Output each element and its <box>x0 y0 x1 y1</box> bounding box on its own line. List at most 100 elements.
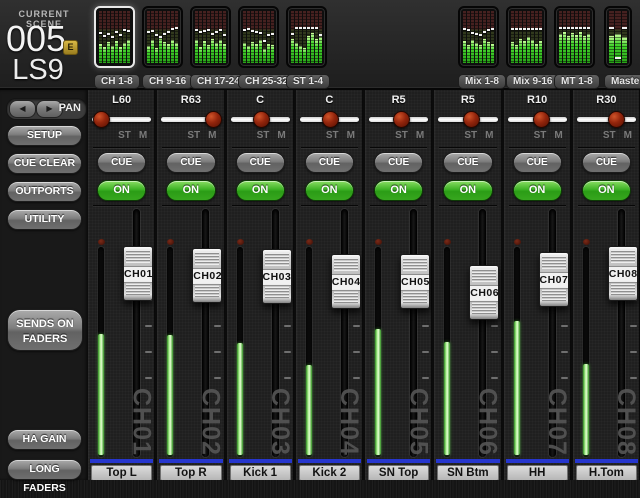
fader-cap[interactable]: CH08 <box>608 246 638 301</box>
meter-bar <box>167 11 170 63</box>
on-button[interactable]: ON <box>166 180 215 201</box>
outports-button[interactable]: OUTPORTS <box>7 181 82 202</box>
pan-knob[interactable] <box>608 111 625 128</box>
fader-cap[interactable]: CH06 <box>469 265 499 320</box>
meter-bank-meters <box>458 6 499 68</box>
pan-value: C <box>296 94 363 106</box>
routing-indicators: STM <box>395 130 424 141</box>
divider <box>509 205 566 206</box>
meter-bank-block[interactable]: CH 9-16 <box>142 6 183 89</box>
meter-bank-block[interactable]: Mix 1-8 <box>458 6 499 89</box>
fader-scale-tick <box>284 325 291 327</box>
meter-peak-dot <box>167 239 174 245</box>
channel-name[interactable]: Kick 2 <box>299 465 360 480</box>
channel-name[interactable]: H.Tom <box>576 465 637 480</box>
meter-bank-meters <box>506 6 547 68</box>
mono-assign-label: M <box>208 130 216 141</box>
on-button[interactable]: ON <box>443 180 492 201</box>
pan-value: R10 <box>504 94 571 106</box>
meter-bank-block[interactable]: Mix 9-16 <box>506 6 547 89</box>
meter-bank-block[interactable]: CH 17-24 <box>190 6 231 89</box>
meter-bank-block[interactable]: Master <box>604 6 632 89</box>
cue-clear-button[interactable]: CUE CLEAR <box>7 153 82 174</box>
fader-cap[interactable]: CH02 <box>192 248 222 303</box>
cue-button[interactable]: CUE <box>513 152 562 173</box>
current-scene-panel[interactable]: CURRENT SCENE 005 E LS9 <box>0 0 88 88</box>
meter-peak-dot <box>514 239 521 245</box>
pan-knob[interactable] <box>322 111 339 128</box>
meter-bar <box>511 11 514 63</box>
meter-bar <box>483 11 486 63</box>
cue-button[interactable]: CUE <box>97 152 146 173</box>
meter-bank-block[interactable]: CH 1-8 <box>94 6 135 89</box>
pan-slider[interactable] <box>365 108 432 130</box>
on-button[interactable]: ON <box>582 180 631 201</box>
meter-bar <box>171 11 174 63</box>
pan-slider[interactable] <box>573 108 640 130</box>
fader-cap-grooves <box>542 287 566 302</box>
meter-bank-label: MT 1-8 <box>554 74 600 89</box>
on-button[interactable]: ON <box>97 180 146 201</box>
pan-knob[interactable] <box>393 111 410 128</box>
cue-button[interactable]: CUE <box>374 152 423 173</box>
long-faders-button[interactable]: LONG FADERS <box>7 459 82 480</box>
fader-scale-tick <box>630 351 637 353</box>
meter-bar <box>247 11 250 63</box>
channel-name[interactable]: SN Top <box>368 465 429 480</box>
meter-bank-block[interactable]: MT 1-8 <box>554 6 595 89</box>
divider <box>232 205 289 206</box>
pan-slider[interactable] <box>157 108 224 130</box>
pan-nav-label: PAN <box>59 102 81 114</box>
fader-cap-grooves <box>195 252 219 265</box>
on-button[interactable]: ON <box>305 180 354 201</box>
meter-bar <box>127 11 130 63</box>
utility-button[interactable]: UTILITY <box>7 209 82 230</box>
meter-bar <box>315 11 318 63</box>
on-button[interactable]: ON <box>374 180 423 201</box>
pan-slider[interactable] <box>88 108 155 130</box>
pan-knob[interactable] <box>533 111 550 128</box>
pan-knob[interactable] <box>463 111 480 128</box>
meter-bank-meters <box>286 6 327 68</box>
mono-assign-label: M <box>277 130 285 141</box>
channel-name[interactable]: SN Btm <box>437 465 498 480</box>
fader-cap[interactable]: CH01 <box>123 246 153 301</box>
setup-button[interactable]: SETUP <box>7 125 82 146</box>
fader-cap[interactable]: CH07 <box>539 252 569 307</box>
cue-button[interactable]: CUE <box>236 152 285 173</box>
meter-bar <box>487 11 490 63</box>
meter-bar <box>527 11 530 63</box>
fader-cap[interactable]: CH04 <box>331 254 361 309</box>
meter-bar <box>539 11 542 63</box>
fader-scale-tick <box>145 325 152 327</box>
cue-button[interactable]: CUE <box>443 152 492 173</box>
channel-name[interactable]: Top L <box>91 465 152 480</box>
on-button[interactable]: ON <box>513 180 562 201</box>
cue-button[interactable]: CUE <box>166 152 215 173</box>
pan-knob[interactable] <box>253 111 270 128</box>
meter-bank-label: Mix 9-16 <box>506 74 559 89</box>
pan-prev-button[interactable]: ◀ <box>9 100 36 118</box>
pan-slider[interactable] <box>227 108 294 130</box>
pan-knob[interactable] <box>93 111 110 128</box>
ha-gain-button[interactable]: HA GAIN <box>7 429 82 450</box>
meter-bar <box>175 11 178 63</box>
pan-slider[interactable] <box>296 108 363 130</box>
pan-knob[interactable] <box>205 111 222 128</box>
on-button[interactable]: ON <box>236 180 285 201</box>
pan-value: L60 <box>88 94 155 106</box>
pan-slider[interactable] <box>434 108 501 130</box>
pan-slider[interactable] <box>504 108 571 130</box>
channel-name[interactable]: HH <box>507 465 568 480</box>
channel-name[interactable]: Kick 1 <box>230 465 291 480</box>
cue-button[interactable]: CUE <box>305 152 354 173</box>
fader-scale-tick <box>491 325 498 327</box>
channel-name[interactable]: Top R <box>160 465 221 480</box>
fader-scale-tick <box>284 377 291 379</box>
sends-on-faders-button[interactable]: SENDS ON FADERS <box>7 309 83 351</box>
cue-button[interactable]: CUE <box>582 152 631 173</box>
meter-bank-block[interactable]: ST 1-4 <box>286 6 327 89</box>
fader-cap[interactable]: CH03 <box>262 249 292 304</box>
meter-bank-block[interactable]: CH 25-32 <box>238 6 279 89</box>
fader-cap[interactable]: CH05 <box>400 254 430 309</box>
